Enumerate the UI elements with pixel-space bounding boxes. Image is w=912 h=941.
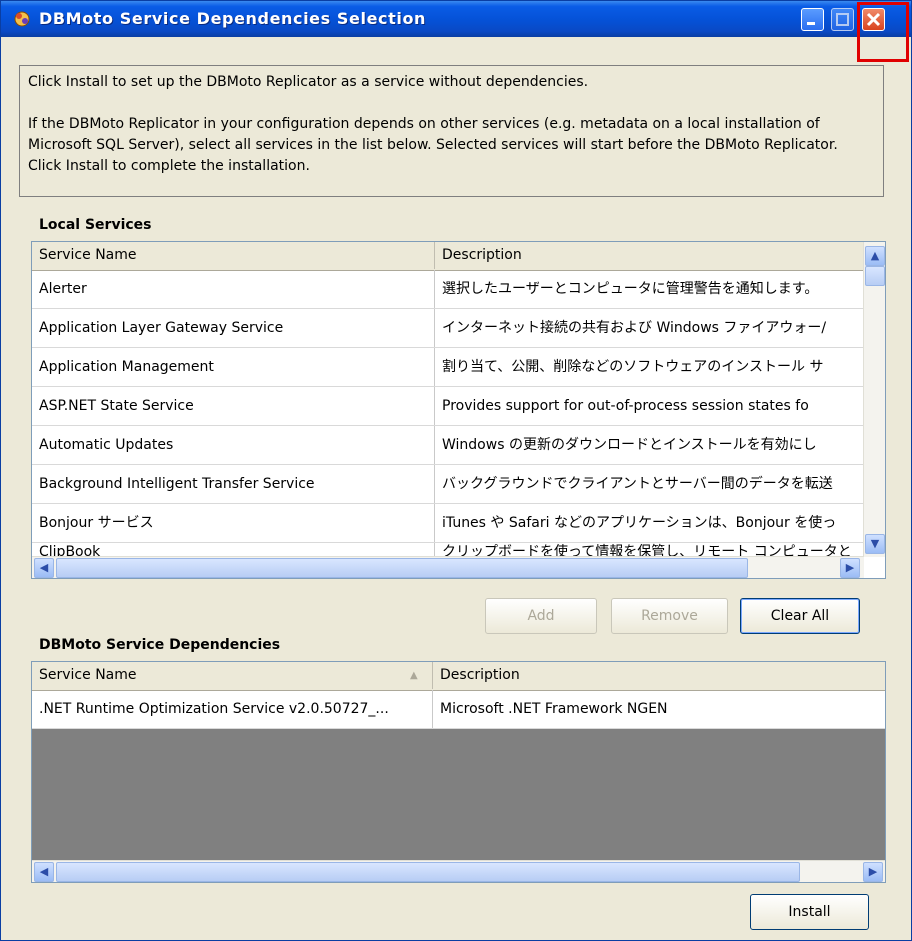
cell-service-name: Application Management xyxy=(39,359,214,375)
local-services-grid[interactable]: Service Name Description Alerter 選択したユーザ… xyxy=(31,241,886,579)
close-button-highlight xyxy=(857,2,909,62)
grid-header: Service Name ▲ Description xyxy=(32,662,885,691)
cell-service-name: Bonjour サービス xyxy=(39,515,154,531)
cell-description: Microsoft .NET Framework NGEN xyxy=(432,690,885,728)
grid-header: Service Name Description xyxy=(32,242,864,271)
column-header-label: Service Name xyxy=(39,667,137,683)
minimize-icon xyxy=(807,22,815,25)
app-icon xyxy=(14,11,30,27)
cell-service-name: Automatic Updates xyxy=(39,437,174,453)
column-header-service-name[interactable]: Service Name xyxy=(32,242,434,269)
table-row[interactable]: ASP.NET State Service Provides support f… xyxy=(32,387,864,426)
horizontal-scroll-thumb[interactable] xyxy=(56,558,748,578)
scroll-left-button[interactable]: ◀ xyxy=(34,558,54,578)
info-line-1: Click Install to set up the DBMoto Repli… xyxy=(28,74,589,90)
empty-list-area xyxy=(32,729,885,861)
scroll-up-button[interactable]: ▲ xyxy=(865,246,885,266)
clear-all-button[interactable]: Clear All xyxy=(740,598,860,634)
local-services-label: Local Services xyxy=(39,217,152,233)
horizontal-scroll-thumb[interactable] xyxy=(56,862,800,882)
column-header-description[interactable]: Description xyxy=(434,242,864,269)
maximize-icon xyxy=(836,13,849,26)
cell-service-name: Application Layer Gateway Service xyxy=(39,320,284,336)
vertical-scrollbar[interactable]: ▲ ▼ xyxy=(863,242,885,557)
dependencies-label: DBMoto Service Dependencies xyxy=(39,637,281,653)
cell-description: Provides support for out-of-process sess… xyxy=(434,387,864,425)
table-row[interactable]: Background Intelligent Transfer Service … xyxy=(32,465,864,504)
table-row[interactable]: .NET Runtime Optimization Service v2.0.5… xyxy=(32,690,885,729)
info-text-box: Click Install to set up the DBMoto Repli… xyxy=(19,65,884,197)
cell-description: Windows の更新のダウンロードとインストールを有効にし xyxy=(434,426,864,464)
scroll-right-button[interactable]: ▶ xyxy=(863,862,883,882)
window-title: DBMoto Service Dependencies Selection xyxy=(39,9,427,28)
title-bar[interactable]: DBMoto Service Dependencies Selection xyxy=(1,1,911,37)
cell-description: 選択したユーザーとコンピュータに管理警告を通知します。 xyxy=(434,270,864,308)
table-row[interactable]: Bonjour サービス iTunes や Safari などのアプリケーション… xyxy=(32,504,864,543)
add-button[interactable]: Add xyxy=(485,598,597,634)
cell-service-name: ASP.NET State Service xyxy=(39,398,194,414)
table-row[interactable]: Application Layer Gateway Service インターネッ… xyxy=(32,309,864,348)
cell-service-name: Alerter xyxy=(39,281,87,297)
table-row[interactable]: Alerter 選択したユーザーとコンピュータに管理警告を通知します。 xyxy=(32,270,864,309)
vertical-scroll-thumb[interactable] xyxy=(865,266,885,286)
scroll-right-button[interactable]: ▶ xyxy=(840,558,860,578)
sort-ascending-icon: ▲ xyxy=(410,670,418,681)
scroll-left-button[interactable]: ◀ xyxy=(34,862,54,882)
cell-description: バックグラウンドでクライアントとサーバー間のデータを転送 xyxy=(434,465,864,503)
cell-description: インターネット接続の共有および Windows ファイアウォー/ xyxy=(434,309,864,347)
remove-button[interactable]: Remove xyxy=(611,598,728,634)
dependencies-grid[interactable]: Service Name ▲ Description .NET Runtime … xyxy=(31,661,886,883)
horizontal-scrollbar[interactable]: ◀ ▶ xyxy=(32,556,864,578)
info-line-2: If the DBMoto Replicator in your configu… xyxy=(28,116,838,174)
column-header-service-name[interactable]: Service Name ▲ xyxy=(32,662,432,689)
scroll-down-button[interactable]: ▼ xyxy=(865,534,885,554)
install-button[interactable]: Install xyxy=(750,894,869,930)
cell-service-name: .NET Runtime Optimization Service v2.0.5… xyxy=(39,701,389,717)
cell-description: iTunes や Safari などのアプリケーションは、Bonjour を使っ xyxy=(434,504,864,542)
column-header-description[interactable]: Description xyxy=(432,662,885,689)
table-row[interactable]: Application Management 割り当て、公開、削除などのソフトウ… xyxy=(32,348,864,387)
cell-description: 割り当て、公開、削除などのソフトウェアのインストール サ xyxy=(434,348,864,386)
horizontal-scrollbar[interactable]: ◀ ▶ xyxy=(32,860,885,882)
table-row[interactable]: Automatic Updates Windows の更新のダウンロードとインス… xyxy=(32,426,864,465)
maximize-button[interactable] xyxy=(831,8,854,31)
cell-service-name: Background Intelligent Transfer Service xyxy=(39,476,315,492)
dialog-window: DBMoto Service Dependencies Selection Cl… xyxy=(0,0,912,941)
minimize-button[interactable] xyxy=(801,8,824,31)
